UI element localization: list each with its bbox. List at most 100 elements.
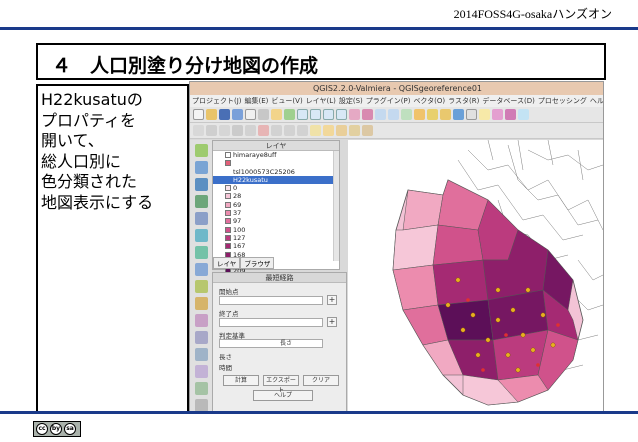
layer-item[interactable]: 100 [213,226,339,234]
identify-icon[interactable] [414,109,425,120]
menu-item[interactable]: データベース(D) [482,95,535,107]
label-change-icon[interactable] [362,125,373,136]
label-move-icon[interactable] [336,125,347,136]
menu-item[interactable]: ヘルプ [590,95,603,107]
layer-panel-scrollbar[interactable] [333,151,339,261]
layer-item[interactable]: tsl1000573C25206 [213,168,339,176]
help-icon[interactable] [518,109,529,120]
tab-browser[interactable]: ブラウザ [240,257,275,269]
layer-item[interactable]: 97 [213,217,339,225]
menu-item[interactable]: レイヤ(L) [306,95,336,107]
composer-manager-icon[interactable] [258,109,269,120]
menu-item[interactable]: プロセッシング [538,95,587,107]
layer-item[interactable]: H22kusatu [213,175,339,185]
map-tips-icon[interactable] [479,109,490,120]
help-button[interactable]: ヘルプ [253,390,313,401]
add-wcs-layer-icon[interactable] [194,246,208,259]
add-wfs-layer-icon[interactable] [194,263,208,276]
end-point-pick-button[interactable]: + [327,317,337,327]
menu-item[interactable]: 編集(E) [245,95,269,107]
layer-item[interactable]: himaraye8uff [213,151,339,159]
end-point-row: + [219,317,346,327]
node-tool-icon[interactable] [245,125,256,136]
layer-item[interactable]: 37 [213,209,339,217]
add-wms-layer-icon[interactable] [194,229,208,242]
layer-item[interactable]: 127 [213,234,339,242]
label-pin-icon[interactable] [323,125,334,136]
oracle-layer-icon[interactable] [194,365,208,378]
layer-item[interactable]: 69 [213,201,339,209]
db2-layer-icon[interactable] [194,382,208,395]
time-label: 時間 [219,364,232,372]
description-line: 地図表示にする [41,192,154,212]
add-delimited-text-icon[interactable] [194,280,208,293]
new-shapefile-icon[interactable] [194,297,208,310]
plugin-icon[interactable] [492,109,503,120]
layer-item[interactable]: 0 [213,184,339,192]
select-feature-icon[interactable] [427,109,438,120]
open-folder-icon[interactable] [206,109,217,120]
attribute-table-icon[interactable] [453,109,464,120]
choropleth-map [392,140,603,406]
map-canvas[interactable] [348,140,603,412]
add-postgis-layer-icon[interactable] [194,178,208,191]
station-point [504,333,508,337]
qgis-toolbar-file [190,107,603,123]
pan-to-selection-icon[interactable] [284,109,295,120]
menu-item[interactable]: 設定(S) [339,95,363,107]
add-spatialite-layer-icon[interactable] [194,195,208,208]
tab-layers[interactable]: レイヤ [213,257,241,269]
deselect-icon[interactable] [440,109,451,120]
hand-pan-icon[interactable] [271,109,282,120]
clear-button[interactable]: クリア [303,375,339,386]
layer-item[interactable]: 167 [213,242,339,250]
print-composer-icon[interactable] [245,109,256,120]
add-raster-layer-icon[interactable] [194,161,208,174]
label-icon[interactable] [310,125,321,136]
cut-icon[interactable] [271,125,282,136]
save-edits-icon[interactable] [206,125,217,136]
new-spatialite-icon[interactable] [194,314,208,327]
paste-icon[interactable] [297,125,308,136]
export-button[interactable]: エクスポート [263,375,299,394]
start-point-pick-button[interactable]: + [327,295,337,305]
add-mssql-layer-icon[interactable] [194,212,208,225]
start-point-input[interactable] [219,295,323,305]
layer-color-swatch-icon [225,234,231,241]
end-point-input[interactable] [219,317,323,327]
layer-panel: レイヤ himaraye8uff tsl1000573C25206 H22kusat… [212,140,340,275]
add-vector-layer-icon[interactable] [194,144,208,157]
delete-icon[interactable] [258,125,269,136]
zoom-in-icon[interactable] [297,109,308,120]
measure-icon[interactable] [466,109,477,120]
save-as-icon[interactable] [232,109,243,120]
layer-item[interactable]: 28 [213,192,339,200]
zoom-last-icon[interactable] [375,109,386,120]
label-rotate-icon[interactable] [349,125,360,136]
menu-item[interactable]: プロジェクト(J) [192,95,242,107]
menu-item[interactable]: ベクタ(O) [413,95,445,107]
copy-icon[interactable] [284,125,295,136]
calculate-button[interactable]: 計算 [223,375,259,386]
criterion-select[interactable]: 長さ [219,339,323,348]
menu-item[interactable]: ビュー(V) [271,95,302,107]
menu-item[interactable]: ラスタ(R) [448,95,479,107]
layer-item[interactable] [213,159,339,167]
new-project-icon[interactable] [193,109,204,120]
gps-icon[interactable] [194,348,208,361]
section-title: ４ 人口別塗り分け地図の作成 [52,55,319,77]
plugin-icon[interactable] [505,109,516,120]
zoom-out-icon[interactable] [310,109,321,120]
zoom-to-layer-icon[interactable] [362,109,373,120]
virtual-layer-icon[interactable] [194,331,208,344]
zoom-actual-icon[interactable] [323,109,334,120]
refresh-icon[interactable] [401,109,412,120]
zoom-to-selection-icon[interactable] [349,109,360,120]
save-icon[interactable] [219,109,230,120]
zoom-full-icon[interactable] [336,109,347,120]
zoom-next-icon[interactable] [388,109,399,120]
menu-item[interactable]: プラグイン(P) [366,95,411,107]
move-feature-icon[interactable] [232,125,243,136]
toggle-edit-icon[interactable] [193,125,204,136]
add-feature-icon[interactable] [219,125,230,136]
